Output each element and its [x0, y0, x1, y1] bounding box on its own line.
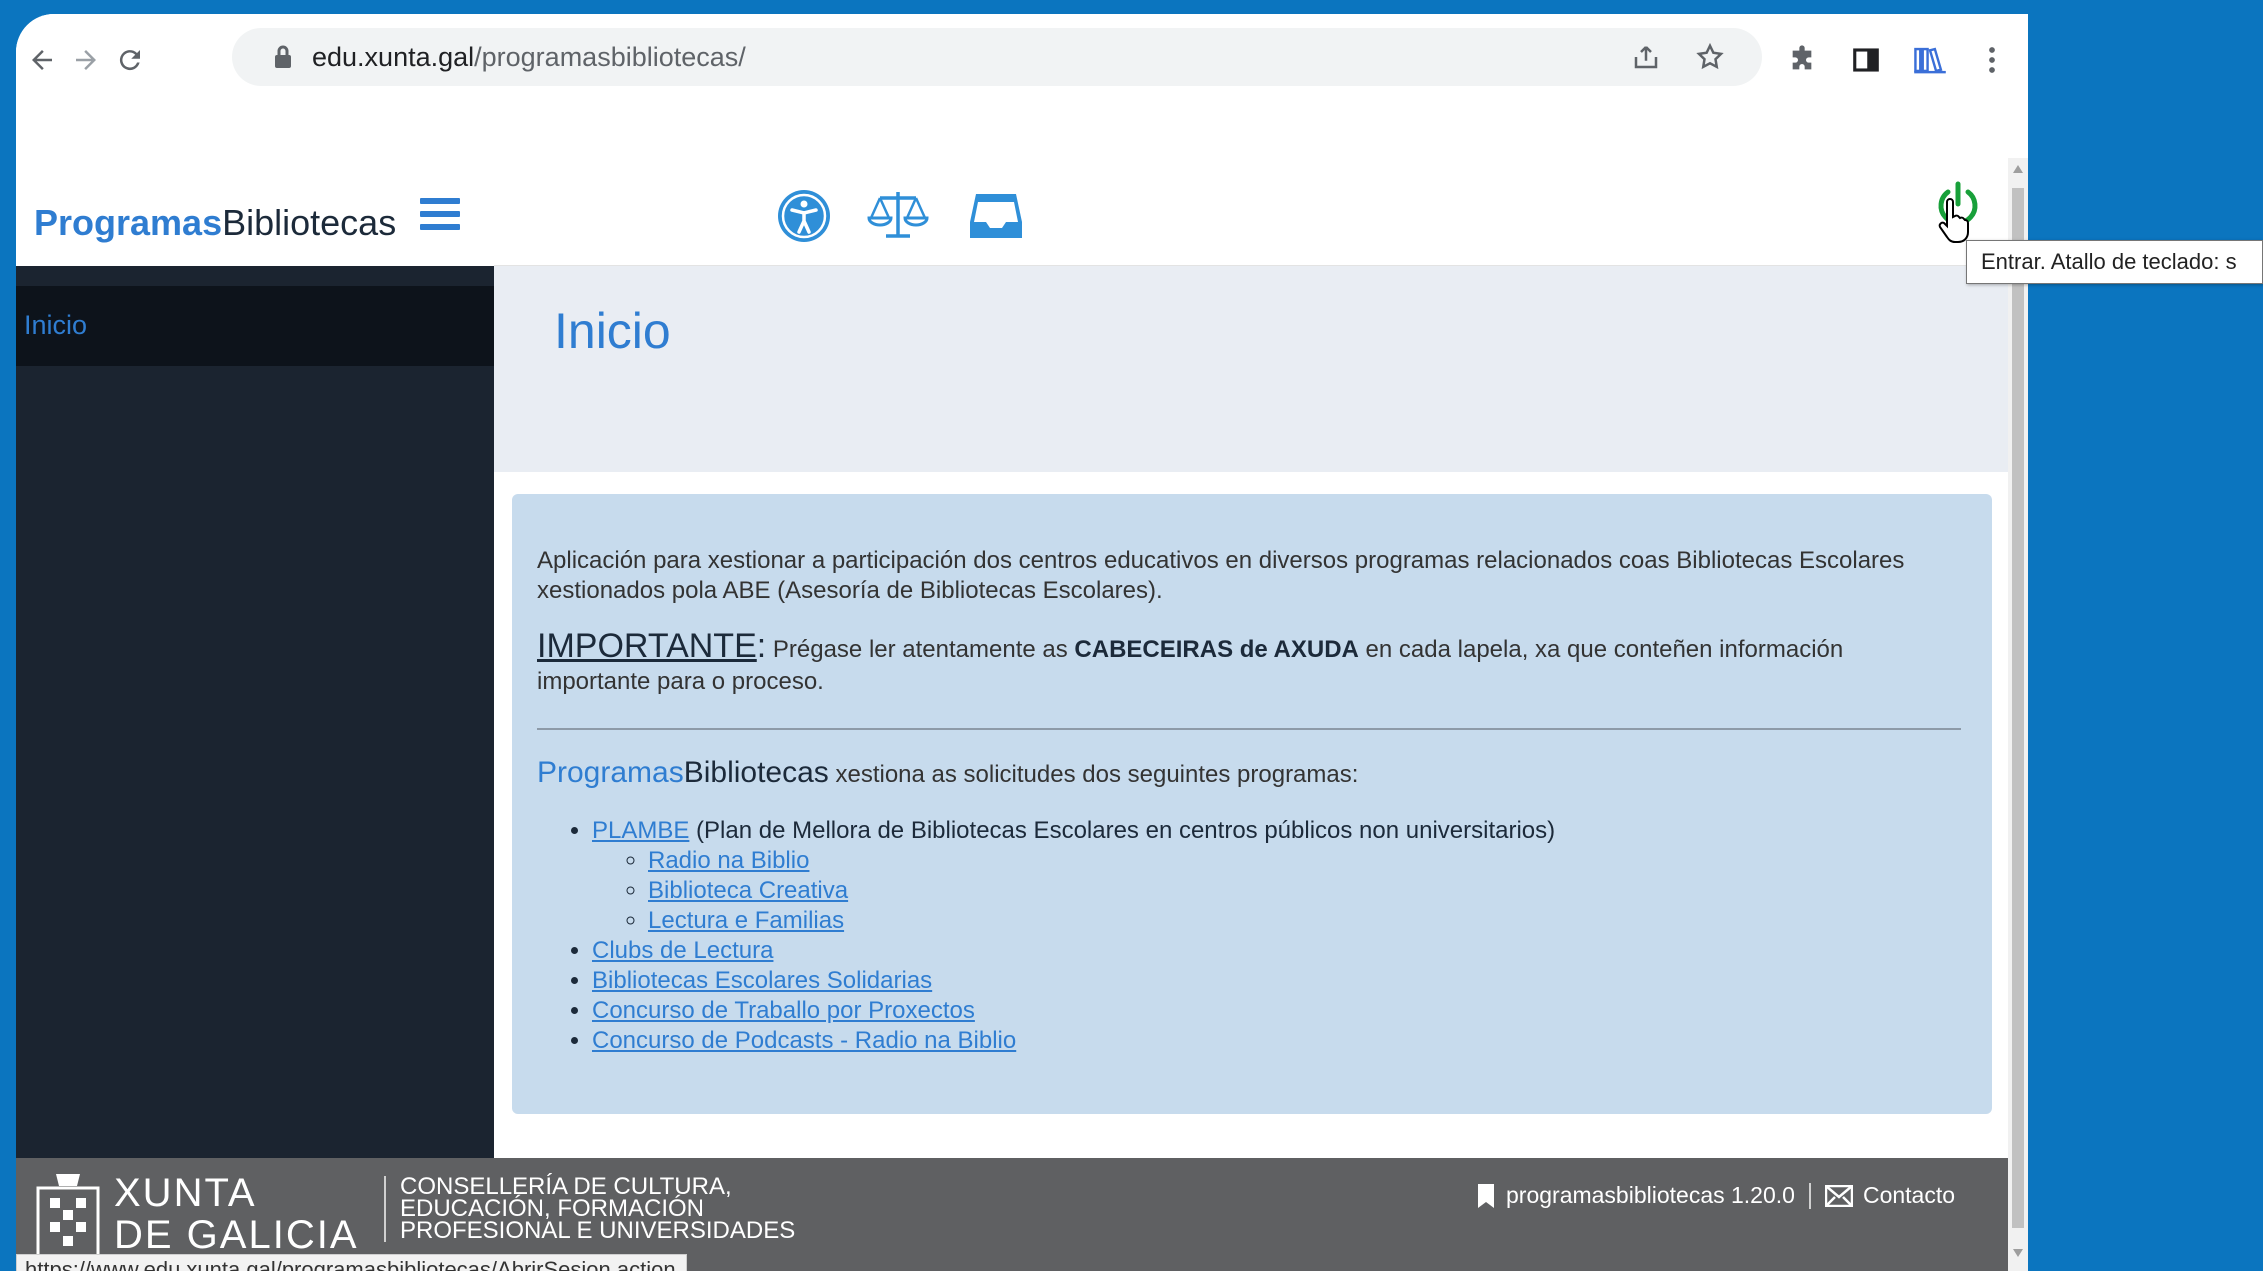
hamburger-menu-icon[interactable]: [420, 198, 460, 238]
program-link-plambe[interactable]: PLAMBE: [592, 817, 689, 844]
hand-cursor-icon: [1938, 198, 1969, 243]
contact-link[interactable]: Contacto: [1863, 1182, 1955, 1209]
footer-separator: [1808, 1182, 1811, 1209]
mail-icon: [1824, 1184, 1853, 1207]
xunta-line2: DE GALICIA: [114, 1213, 359, 1257]
sidebar-item-label: Inicio: [24, 310, 88, 340]
url-text: edu.xunta.gal/programasbibliotecas/: [312, 42, 746, 73]
brand-part2: Bibliotecas: [222, 202, 397, 243]
app-brand[interactable]: ProgramasBibliotecas: [34, 202, 396, 244]
brand-bar: ProgramasBibliotecas: [16, 158, 494, 266]
accessibility-icon[interactable]: [776, 188, 832, 244]
footer-links: programasbibliotecas 1.20.0 Contacto: [1476, 1182, 1955, 1209]
lead-text: xestiona as solicitudes dos seguintes pr…: [828, 761, 1359, 788]
xunta-coat-of-arms-icon: [36, 1174, 100, 1258]
sidebar-item-inicio[interactable]: Inicio: [16, 286, 494, 366]
app-version: programasbibliotecas 1.20.0: [1506, 1182, 1795, 1208]
library-extension-button[interactable]: [1904, 34, 1956, 86]
scrollbar[interactable]: [2008, 158, 2028, 1271]
address-bar[interactable]: edu.xunta.gal/programasbibliotecas/: [232, 28, 1762, 86]
important-bold: CABECEIRAS de AXUDA: [1074, 636, 1359, 663]
program-link-bibliotecas-solidarias[interactable]: Bibliotecas Escolares Solidarias: [592, 967, 932, 994]
list-item: Biblioteca Creativa: [648, 876, 1892, 906]
programs-list: PLAMBE (Plan de Mellora de Bibliotecas E…: [592, 816, 1892, 1056]
list-item: Lectura e Familias: [648, 906, 1892, 936]
scroll-thumb[interactable]: [2012, 188, 2024, 1228]
brand-part1: Programas: [34, 202, 223, 243]
program-link-concurso-podcasts[interactable]: Concurso de Podcasts - Radio na Biblio: [592, 1027, 1016, 1054]
list-item: Concurso de Traballo por Proxectos: [592, 996, 1892, 1026]
lead-brand-part1: Programas: [537, 756, 684, 789]
reload-icon: [119, 50, 140, 71]
lead-brand-part2: Bibliotecas: [683, 756, 829, 789]
reload-button[interactable]: [104, 34, 156, 86]
program-link-clubs-de-lectura[interactable]: Clubs de Lectura: [592, 937, 773, 964]
main-content: Inicio Aplicación para xestionar a parti…: [494, 266, 2008, 1158]
important-label: IMPORTANTE: [537, 627, 757, 665]
legal-scales-icon[interactable]: [866, 188, 930, 244]
xunta-line1: XUNTA: [114, 1171, 257, 1215]
important-note: IMPORTANTE: Prégase ler atentamente as C…: [537, 627, 1937, 698]
bookmark-icon: [1478, 1183, 1494, 1208]
star-icon[interactable]: [1694, 42, 1726, 72]
list-item: PLAMBE (Plan de Mellora de Bibliotecas E…: [592, 816, 1892, 936]
sidebar: ProgramasBibliotecas Inicio: [16, 158, 494, 1158]
side-panel-button[interactable]: [1840, 34, 1892, 86]
scroll-down-arrow-icon[interactable]: [2012, 1248, 2024, 1258]
arrow-right-icon: [76, 50, 96, 70]
page-header: Inicio: [494, 266, 2008, 472]
kebab-menu-icon: [1989, 47, 1995, 73]
program-link-lectura-e-familias[interactable]: Lectura e Familias: [648, 907, 844, 934]
list-item: Clubs de Lectura: [592, 936, 1892, 966]
important-pre: Prégase ler atentamente as: [766, 636, 1075, 663]
plambe-description: (Plan de Mellora de Bibliotecas Escolare…: [689, 817, 1556, 844]
inbox-icon[interactable]: [968, 188, 1024, 244]
puzzle-icon: [1792, 45, 1812, 70]
side-panel-icon: [1853, 48, 1879, 72]
list-item: Concurso de Podcasts - Radio na Biblio: [592, 1026, 1892, 1056]
lock-icon: [275, 45, 291, 68]
books-icon: [1914, 47, 1946, 74]
xunta-wordmark: XUNTA DE GALICIA: [114, 1172, 359, 1256]
info-panel: Aplicación para xestionar a participació…: [512, 494, 1992, 1114]
list-item: Radio na Biblio: [648, 846, 1892, 876]
browser-menu-button[interactable]: [1966, 34, 2018, 86]
extensions-button[interactable]: [1776, 34, 1828, 86]
consellería-name: Consellería de Cultura, Educación, Formac…: [384, 1175, 796, 1244]
arrow-left-icon: [32, 50, 52, 70]
share-icon[interactable]: [1630, 42, 1662, 72]
url-path: /programasbibliotecas/: [474, 42, 746, 72]
divider: [537, 728, 1961, 730]
plambe-sublist: Radio na Biblio Biblioteca Creativa Lect…: [648, 846, 1892, 936]
program-link-traballo-por-proxectos[interactable]: Concurso de Traballo por Proxectos: [592, 997, 975, 1024]
top-bar: [494, 158, 2008, 266]
list-item: Bibliotecas Escolares Solidarias: [592, 966, 1892, 996]
scroll-up-arrow-icon[interactable]: [2012, 164, 2024, 174]
status-url-bar: https://www.edu.xunta.gal/programasbibli…: [16, 1254, 687, 1271]
browser-window: edu.xunta.gal/programasbibliotecas/ Prog…: [16, 14, 2028, 1271]
cons-line3: Profesional e Universidades: [400, 1217, 796, 1244]
intro-text: Aplicación para xestionar a participació…: [537, 547, 1905, 604]
url-host: edu.xunta.gal: [312, 42, 475, 72]
browser-toolbar: edu.xunta.gal/programasbibliotecas/: [16, 14, 2028, 114]
program-link-biblioteca-creativa[interactable]: Biblioteca Creativa: [648, 877, 848, 904]
page-title: Inicio: [554, 303, 671, 359]
login-tooltip: Entrar. Atallo de teclado: s: [1966, 240, 2263, 284]
program-link-radio-na-biblio[interactable]: Radio na Biblio: [648, 847, 809, 874]
important-colon: :: [756, 627, 767, 665]
web-page: ProgramasBibliotecas Inicio Inicio Aplic…: [16, 158, 2028, 1271]
programs-lead: ProgramasBibliotecas xestiona as solicit…: [537, 756, 1358, 790]
